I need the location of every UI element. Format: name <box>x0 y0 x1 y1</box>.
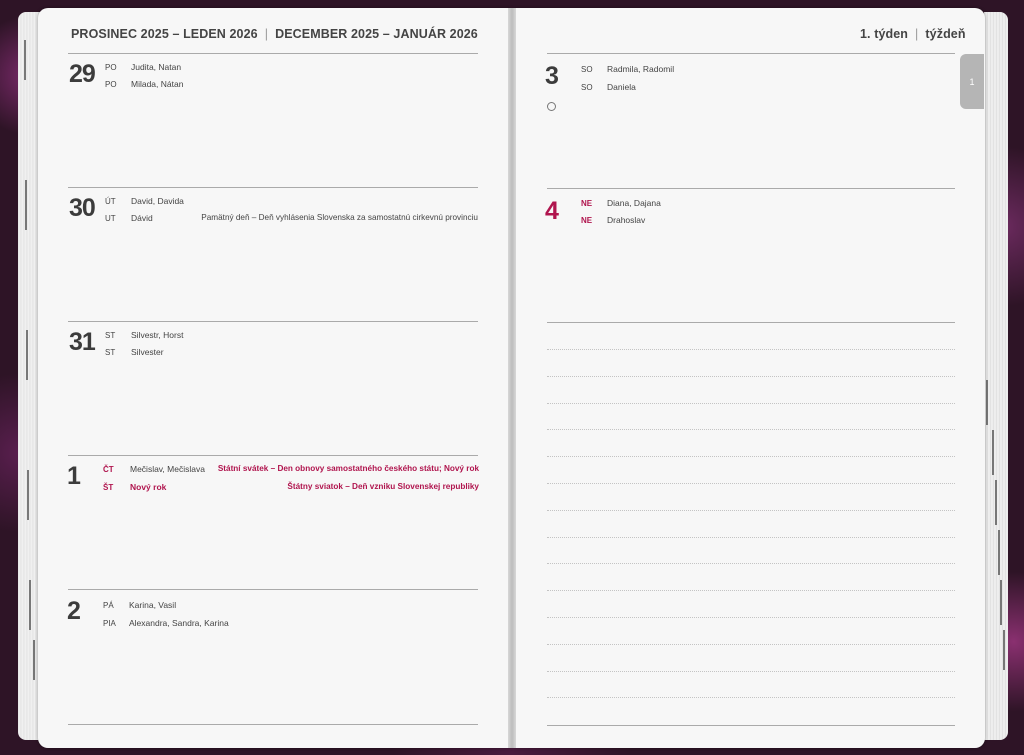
edge-tab-marker <box>25 180 27 230</box>
nameday-sk: Silvester <box>131 347 164 357</box>
day-divider <box>68 187 478 188</box>
nameday-cz: David, Davida <box>131 196 184 206</box>
nameday-sk: Daniela <box>607 82 636 92</box>
weekday-abbr-cz: ÚT <box>105 197 116 206</box>
note-line <box>547 402 955 404</box>
note-line <box>547 697 955 699</box>
weekday-abbr-sk: SO <box>581 83 593 92</box>
book-gutter <box>508 8 516 748</box>
month-header-sk: DECEMBER 2025 – JANUÁR 2026 <box>275 27 478 41</box>
note-line <box>547 375 955 377</box>
day-divider <box>68 455 478 456</box>
note-line <box>547 670 955 672</box>
weekday-abbr-cz: PO <box>105 63 117 72</box>
day-number: 1 <box>67 462 81 490</box>
memorial-day-sk: Pamätný deň – Deň vyhlásenia Slovenska z… <box>201 213 478 222</box>
weekday-abbr-sk: ŠT <box>103 483 114 492</box>
nameday-sk: Milada, Nátan <box>131 79 184 89</box>
week-header-right: 1. týden | týždeň <box>860 27 966 41</box>
note-line <box>547 536 955 538</box>
note-line <box>547 349 955 350</box>
day-number: 3 <box>545 62 559 90</box>
right-page <box>513 8 985 748</box>
header-separator: | <box>915 27 919 41</box>
week-label-sk: týždeň <box>925 27 966 41</box>
nameday-cz: Karina, Vasil <box>129 600 177 610</box>
nameday-sk: Drahoslav <box>607 215 646 225</box>
edge-tab-marker <box>24 40 26 80</box>
weekday-abbr-cz: PÁ <box>103 601 114 610</box>
edge-tab-marker <box>998 530 1000 575</box>
note-line <box>547 590 955 592</box>
nameday-sk: Nový rok <box>130 482 167 492</box>
weekday-abbr-sk: UT <box>105 214 116 223</box>
month-header-left: PROSINEC 2025 – LEDEN 2026 | DECEMBER 2025… <box>71 27 478 41</box>
weekday-abbr-cz: NE <box>581 199 593 208</box>
nameday-cz: Diana, Dajana <box>607 198 661 208</box>
edge-tab-marker <box>1003 630 1005 670</box>
full-moon-icon <box>547 102 556 111</box>
weekday-abbr-cz: SO <box>581 65 593 74</box>
note-line <box>547 429 955 431</box>
weekday-abbr-sk: NE <box>581 216 593 225</box>
edge-tab-marker <box>26 330 28 380</box>
nameday-sk: Dávid <box>131 213 153 223</box>
weekday-abbr-sk: ST <box>105 348 116 357</box>
holiday-sk: Štátny sviatok – Deň vzniku Slovenskej r… <box>287 482 479 491</box>
nameday-cz: Silvestr, Horst <box>131 330 184 340</box>
holiday-cz: Státní svátek – Den obnovy samostatného … <box>217 464 479 473</box>
edge-tab-marker <box>992 430 994 475</box>
nameday-cz: Mečislav, Mečislava <box>130 464 205 474</box>
nameday-cz: Radmila, Radomil <box>607 64 675 74</box>
note-line <box>547 456 955 458</box>
weekday-abbr-sk: PO <box>105 80 117 89</box>
nameday-sk: Alexandra, Sandra, Karina <box>129 618 229 628</box>
weekday-abbr-sk: PIA <box>103 619 116 628</box>
day-number: 4 <box>545 197 559 225</box>
week-index-tab[interactable]: 1 <box>960 54 984 109</box>
page-edges-left <box>18 12 40 740</box>
note-line <box>547 483 955 484</box>
day-divider <box>68 724 478 725</box>
weekday-abbr-cz: ČT <box>103 465 114 474</box>
notes-bottom-divider <box>547 725 955 726</box>
edge-tab-marker <box>29 580 31 630</box>
weekday-abbr-cz: ST <box>105 331 116 340</box>
day-number: 2 <box>67 597 81 625</box>
left-page <box>38 8 511 748</box>
day-number: 29 <box>69 60 96 88</box>
day-divider <box>68 321 478 322</box>
day-divider <box>547 322 955 323</box>
day-number: 30 <box>69 194 96 222</box>
week-label-cz: 1. týden <box>860 27 909 41</box>
header-separator: | <box>264 27 269 41</box>
note-line <box>547 509 955 511</box>
day-divider <box>547 188 955 189</box>
day-number: 31 <box>69 328 96 356</box>
day-divider <box>68 589 478 590</box>
note-line <box>547 617 955 618</box>
header-divider-right <box>547 53 955 54</box>
edge-tab-marker <box>27 470 29 520</box>
edge-tab-marker <box>995 480 997 525</box>
header-divider-left <box>68 53 478 54</box>
edge-tab-marker <box>33 640 35 680</box>
nameday-cz: Judita, Natan <box>131 62 182 72</box>
edge-tab-marker <box>1000 580 1002 625</box>
note-line <box>547 643 955 645</box>
note-line <box>547 563 955 565</box>
edge-tab-marker <box>986 380 988 425</box>
month-header-cz: PROSINEC 2025 – LEDEN 2026 <box>71 27 258 41</box>
